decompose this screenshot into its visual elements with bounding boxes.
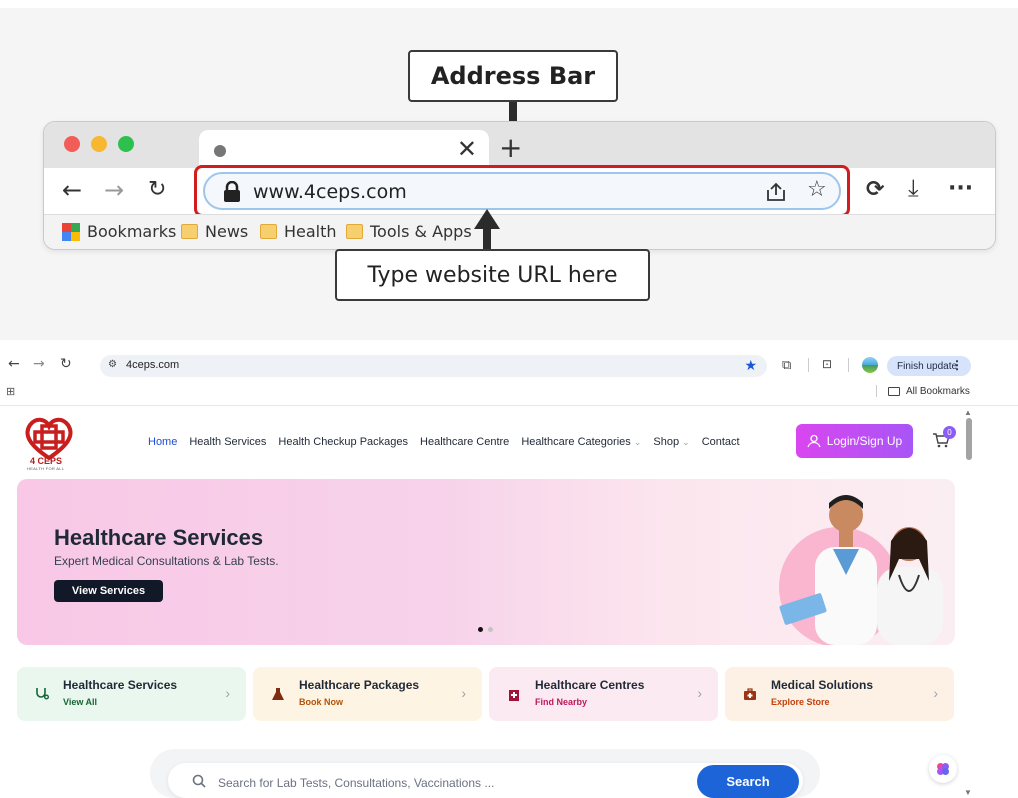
- forward-icon: →: [104, 176, 125, 204]
- address-bar-highlight: www.4ceps.com ☆: [194, 165, 850, 217]
- nav-shop[interactable]: Shop ⌄: [653, 436, 689, 448]
- site-settings-icon[interactable]: ⚙: [108, 359, 117, 370]
- stethoscope-icon: [36, 688, 49, 700]
- hero-subtitle: Expert Medical Consultations & Lab Tests…: [54, 554, 279, 568]
- nav-healthcare-centre[interactable]: Healthcare Centre: [420, 436, 509, 448]
- hospital-icon: [509, 690, 519, 701]
- close-tab-icon: ✕: [456, 135, 477, 163]
- reload-icon: ↻: [148, 177, 167, 202]
- close-traffic-light: [64, 136, 80, 152]
- nav-home[interactable]: Home: [148, 436, 177, 448]
- nav-contact[interactable]: Contact: [702, 436, 740, 448]
- logo-text: 4 CEPS: [30, 456, 63, 466]
- bookmarks-grid-icon: [62, 222, 80, 241]
- chevron-right-icon: ›: [461, 685, 466, 701]
- chevron-down-icon: ⌄: [682, 437, 690, 447]
- all-bookmarks[interactable]: All Bookmarks: [888, 386, 970, 397]
- chevron-right-icon: ›: [225, 685, 230, 701]
- divider: [848, 358, 849, 372]
- cart-count-badge: 0: [943, 426, 956, 439]
- view-services-button[interactable]: View Services: [54, 580, 163, 602]
- card-healthcare-services[interactable]: Healthcare Services View All ›: [17, 667, 246, 721]
- address-bar-callout: Address Bar: [408, 50, 618, 102]
- divider: [876, 385, 877, 397]
- apps-grid-icon[interactable]: ⊞: [6, 385, 15, 398]
- nav-health-checkup-packages[interactable]: Health Checkup Packages: [278, 436, 408, 448]
- search-icon: [192, 774, 206, 788]
- search-button[interactable]: Search: [697, 765, 799, 798]
- chat-widget-button[interactable]: [929, 755, 957, 783]
- carousel-dot-active[interactable]: [478, 627, 483, 632]
- nav-health-services[interactable]: Health Services: [189, 436, 266, 448]
- chevron-right-icon: ›: [697, 685, 702, 701]
- kebab-menu-icon[interactable]: ⋮: [951, 358, 963, 372]
- website: 4 CEPS HEALTH FOR ALL Home Health Servic…: [0, 406, 1018, 798]
- folder-icon: [181, 224, 198, 239]
- card-healthcare-packages[interactable]: Healthcare Packages Book Now ›: [253, 667, 482, 721]
- bookmark-bookmarks: Bookmarks: [62, 222, 176, 241]
- share-icon: [767, 182, 785, 201]
- hero-banner: Healthcare Services Expert Medical Consu…: [17, 479, 955, 645]
- scroll-down-arrow[interactable]: ▼: [964, 788, 972, 797]
- profile-avatar[interactable]: [862, 357, 878, 373]
- login-signup-button[interactable]: Login/Sign Up: [796, 424, 913, 458]
- omnibox[interactable]: ⚙ 4ceps.com ★: [100, 355, 767, 377]
- brain-icon: [937, 763, 949, 775]
- address-bar-illustration: Address Bar ✕ + ← → ↻ www.4ceps.com ☆ ⟳ …: [0, 8, 1018, 340]
- finish-update-button[interactable]: Finish update ⋮: [887, 356, 971, 376]
- medical-kit-icon: [744, 688, 756, 700]
- reload-button[interactable]: ↻: [60, 356, 72, 372]
- address-bar: www.4ceps.com ☆: [203, 172, 841, 210]
- lock-icon: [224, 181, 240, 202]
- browser-window-illustration: ✕ + ← → ↻ www.4ceps.com ☆ ⟳ ⤓ ··· Bookma…: [43, 121, 996, 250]
- nav-healthcare-categories[interactable]: Healthcare Categories ⌄: [521, 436, 641, 448]
- bookmarks-bar: Bookmarks News Health Tools & Apps: [44, 214, 995, 249]
- search-placeholder: Search for Lab Tests, Consultations, Vac…: [218, 776, 495, 790]
- folder-icon: [346, 224, 363, 239]
- tab-bar: ✕ +: [44, 122, 995, 168]
- bookmark-star-icon[interactable]: ★: [744, 357, 757, 374]
- chevron-down-icon: ⌄: [633, 437, 642, 447]
- scrollbar-thumb[interactable]: [966, 418, 972, 460]
- bookmark-health: Health: [260, 222, 337, 241]
- browser-tab: ✕: [199, 130, 489, 168]
- doctors-image: [779, 495, 943, 645]
- arrow-up-icon: [474, 209, 500, 249]
- new-tab-icon: +: [499, 131, 523, 164]
- logo-tagline: HEALTH FOR ALL: [27, 466, 65, 471]
- bookmark-news: News: [181, 222, 248, 241]
- hero-title: Healthcare Services: [54, 525, 264, 550]
- user-icon: [807, 434, 821, 448]
- browser-chrome: ← → ↻ ⚙ 4ceps.com ★ ⧉ ⊡ Finish update ⋮ …: [0, 340, 1018, 406]
- tab-search-icon[interactable]: ⊡: [822, 357, 832, 371]
- main-nav: Home Health Services Health Checkup Pack…: [148, 436, 740, 448]
- more-icon: ···: [948, 176, 974, 201]
- folder-icon: [260, 224, 277, 239]
- address-bar-url: www.4ceps.com: [253, 181, 407, 203]
- maximize-traffic-light: [118, 136, 134, 152]
- type-url-callout: Type website URL here: [335, 249, 650, 301]
- back-icon: ←: [62, 176, 83, 204]
- carousel-dots: [478, 627, 493, 632]
- card-healthcare-centres[interactable]: Healthcare Centres Find Nearby ›: [489, 667, 718, 721]
- tab-favicon: [214, 145, 226, 157]
- back-button[interactable]: ←: [8, 356, 20, 372]
- forward-button[interactable]: →: [33, 356, 45, 372]
- sync-icon: ⟳: [866, 177, 885, 202]
- minimize-traffic-light: [91, 136, 107, 152]
- folder-icon: [888, 387, 900, 396]
- scroll-up-arrow[interactable]: ▲: [964, 408, 972, 417]
- download-icon: ⤓: [908, 174, 919, 202]
- toolbar: ← → ↻ www.4ceps.com ☆ ⟳ ⤓ ···: [44, 165, 995, 217]
- extensions-icon[interactable]: ⧉: [782, 357, 791, 373]
- chevron-right-icon: ›: [933, 685, 938, 701]
- bookmark-tools-apps: Tools & Apps: [346, 222, 472, 241]
- divider: [808, 358, 809, 372]
- omnibox-url: 4ceps.com: [126, 359, 180, 371]
- star-icon: ☆: [807, 177, 827, 202]
- carousel-dot[interactable]: [488, 627, 493, 632]
- flask-icon: [272, 688, 284, 700]
- card-medical-solutions[interactable]: Medical Solutions Explore Store ›: [725, 667, 954, 721]
